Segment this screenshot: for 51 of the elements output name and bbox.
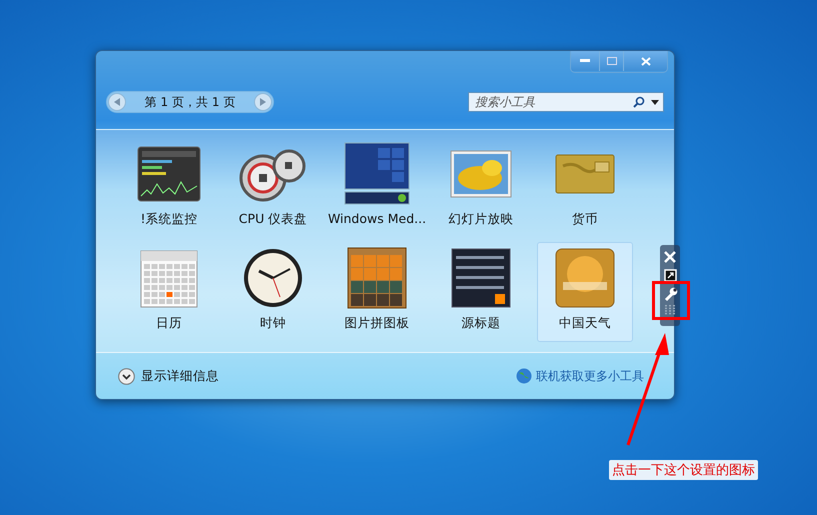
gadget-name: !系统监控 (140, 211, 198, 228)
minimize-icon (580, 59, 590, 63)
gadget-name: 源标题 (462, 315, 500, 332)
search-box[interactable]: 搜索小工具 (468, 92, 664, 112)
weather-thumbnail (555, 248, 615, 308)
search-icon (633, 96, 645, 108)
gadget-tile[interactable]: 货币 (537, 138, 633, 238)
system-monitor-thumbnail (137, 146, 201, 202)
gadget-tile[interactable]: 源标题 (433, 242, 529, 342)
search-field[interactable]: 搜索小工具 (473, 94, 627, 110)
annotation-text: 点击一下这个设置的图标 (609, 460, 758, 480)
globe-icon (516, 368, 532, 384)
dropdown-caret-icon[interactable] (651, 100, 659, 104)
puzzle-thumbnail (347, 247, 407, 309)
news-feed-thumbnail (451, 248, 511, 308)
show-details-button[interactable]: 显示详细信息 (118, 368, 219, 384)
gadget-tile[interactable]: 图片拼图板 (329, 242, 425, 342)
gadget-name: CPU 仪表盘 (238, 211, 308, 228)
gadget-name: Windows Med... (328, 211, 426, 226)
highlight-frame (652, 281, 690, 320)
gadget-tile[interactable]: Windows Med... (329, 138, 425, 238)
gadget-tile[interactable]: CPU 仪表盘 (225, 138, 321, 238)
right-triangle-icon (260, 98, 266, 106)
calendar-thumbnail (140, 248, 198, 308)
maximize-button[interactable] (599, 51, 623, 71)
gadget-tile[interactable]: !系统监控 (121, 138, 217, 238)
gadget-name: 日历 (156, 315, 182, 332)
media-center-thumbnail (344, 142, 410, 206)
gadget-name: 中国天气 (559, 315, 611, 332)
close-button[interactable] (661, 248, 679, 265)
close-icon (640, 56, 650, 66)
chevron-down-icon (118, 368, 135, 384)
minimize-button[interactable] (571, 51, 599, 71)
page-indicator: 第 1 页，共 1 页 (144, 94, 236, 110)
gadget-tile[interactable]: 幻灯片放映 (433, 138, 529, 238)
previous-page-button[interactable] (108, 93, 126, 111)
gadget-name: 时钟 (260, 315, 286, 332)
drag-handle-icon[interactable] (664, 305, 676, 315)
flower-photo-thumbnail (450, 150, 512, 198)
left-triangle-icon (114, 98, 120, 106)
clock-thumbnail (242, 247, 304, 309)
gadget-tile[interactable]: 时钟 (225, 242, 321, 342)
next-page-button[interactable] (254, 93, 272, 111)
get-more-gadgets-link[interactable]: 联机获取更多小工具 (516, 368, 644, 384)
gadget-tile[interactable]: 日历 (121, 242, 217, 342)
gadget-name: 幻灯片放映 (448, 211, 514, 228)
gadget-name: 图片拼图板 (344, 315, 410, 332)
maximize-icon (606, 57, 616, 65)
gadget-name: 货币 (572, 211, 598, 228)
card-thumbnail (555, 154, 615, 194)
gadget-tile[interactable]: 中国天气 (537, 242, 633, 342)
